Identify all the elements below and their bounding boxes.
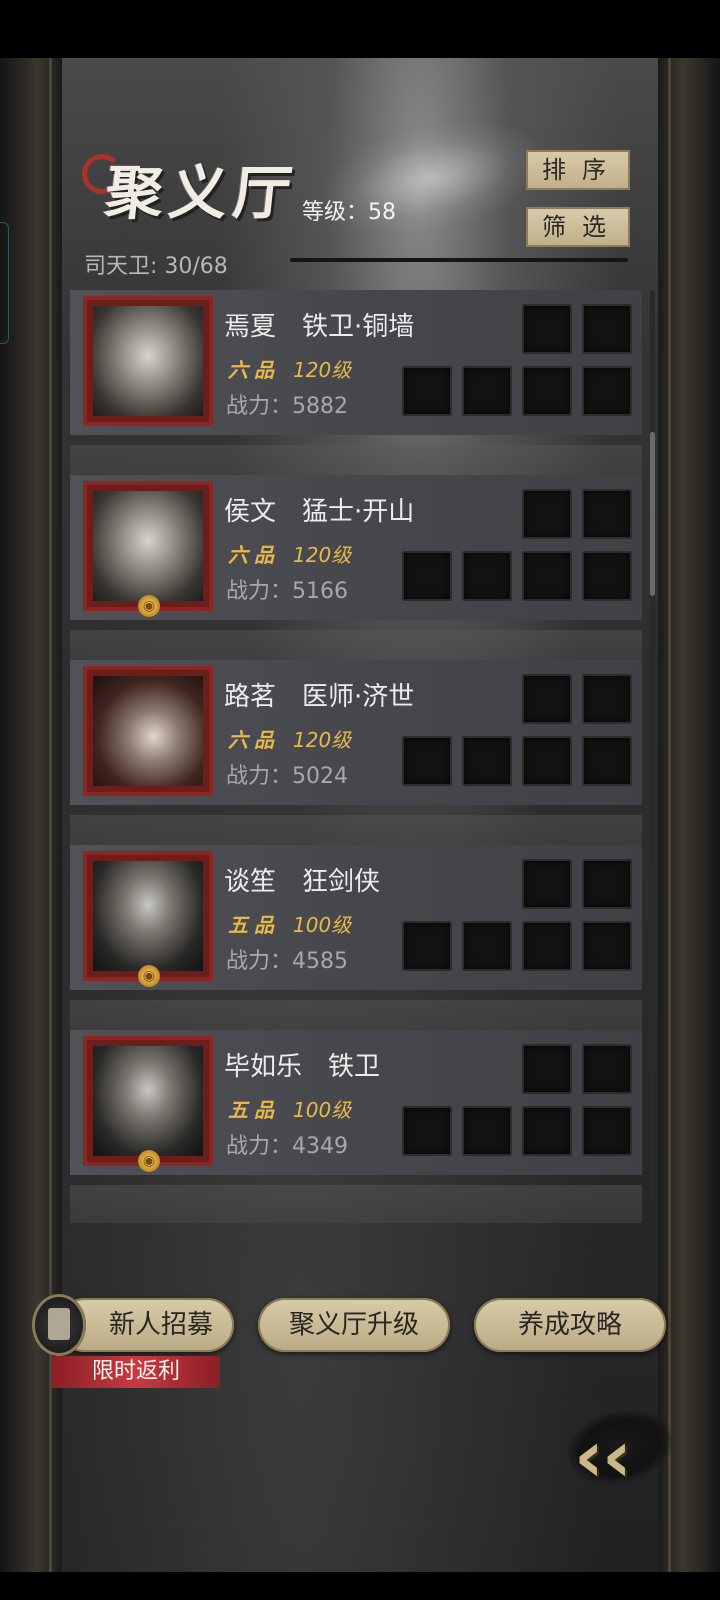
sort-button[interactable]: 排序 xyxy=(526,150,630,190)
hero-card[interactable]: ◉ 毕如乐 铁卫 五品 100级 战力：4349 xyxy=(70,1030,642,1223)
scrollbar-thumb[interactable] xyxy=(650,432,655,596)
equipment-slot[interactable] xyxy=(522,366,572,416)
back-button[interactable]: ‹ ‹ xyxy=(561,1400,679,1498)
equipment-slot[interactable] xyxy=(582,489,632,539)
hero-level: 120级 xyxy=(293,728,352,752)
hero-name: 路茗 医师·济世 xyxy=(224,682,415,712)
equipment-slot[interactable] xyxy=(582,1106,632,1156)
promo-badge[interactable]: 限时返利 xyxy=(52,1356,220,1388)
equipment-slot[interactable] xyxy=(462,366,512,416)
hero-name: 谈笙 狂剑侠 xyxy=(224,867,381,897)
equipment-slot[interactable] xyxy=(402,921,452,971)
page-title: 聚义厅 xyxy=(101,159,302,227)
hero-level: 120级 xyxy=(293,358,352,382)
hero-grade: 六品 xyxy=(228,728,280,752)
hero-portrait[interactable] xyxy=(83,481,213,611)
equipment-slot[interactable] xyxy=(462,921,512,971)
gold-coin-icon: ◉ xyxy=(138,1150,160,1172)
equipment-slot[interactable] xyxy=(522,859,572,909)
equipment-slot[interactable] xyxy=(522,1044,572,1094)
gold-coin-icon: ◉ xyxy=(138,595,160,617)
equipment-slot[interactable] xyxy=(402,551,452,601)
hero-name: 毕如乐 铁卫 xyxy=(224,1052,381,1082)
hero-level: 120级 xyxy=(293,543,352,567)
white-hair-swordsman-portrait xyxy=(93,861,203,971)
equipment-slot[interactable] xyxy=(582,304,632,354)
equipment-slot[interactable] xyxy=(522,921,572,971)
equipment-slot[interactable] xyxy=(522,674,572,724)
equipment-slot[interactable] xyxy=(582,551,632,601)
equipment-slot[interactable] xyxy=(582,859,632,909)
hero-power: 战力：5166 xyxy=(226,579,348,604)
hero-name: 侯文 猛士·开山 xyxy=(224,497,415,527)
hero-grade: 五品 xyxy=(228,1098,280,1122)
hero-card[interactable]: 焉夏 铁卫·铜墙 六品 120级 战力：5882 xyxy=(70,290,642,483)
armored-guard-portrait xyxy=(93,306,203,416)
hall-upgrade-button[interactable]: 聚义厅升级 xyxy=(258,1298,450,1352)
hero-portrait[interactable] xyxy=(83,1036,213,1166)
chevron-left-icon: ‹ xyxy=(574,1414,604,1498)
crane-artwork xyxy=(314,106,550,250)
hall-title-logo: 聚义厅 xyxy=(82,150,302,230)
hero-card[interactable]: ◉ 侯文 猛士·开山 六品 120级 战力：5166 xyxy=(70,475,642,668)
nav-bar xyxy=(0,1572,720,1600)
equipment-slot[interactable] xyxy=(522,551,572,601)
guard-count: 司天卫: 30/68 xyxy=(84,254,228,279)
hero-power: 战力：5882 xyxy=(226,394,348,419)
equipment-slot[interactable] xyxy=(582,736,632,786)
status-bar xyxy=(0,0,720,58)
helmet-guard-portrait xyxy=(93,1046,203,1156)
frame-right xyxy=(658,58,720,1572)
hero-power: 战力：4585 xyxy=(226,949,348,974)
equipment-slot[interactable] xyxy=(522,1106,572,1156)
recruit-token-icon[interactable] xyxy=(32,1294,86,1356)
equipment-slot[interactable] xyxy=(582,366,632,416)
equipment-slot[interactable] xyxy=(522,489,572,539)
equipment-slot[interactable] xyxy=(582,921,632,971)
equipment-slot[interactable] xyxy=(522,304,572,354)
equipment-slot[interactable] xyxy=(582,674,632,724)
hero-portrait[interactable] xyxy=(83,666,213,796)
hero-level: 100级 xyxy=(293,913,352,937)
header-divider xyxy=(290,258,628,262)
gold-coin-icon: ◉ xyxy=(138,965,160,987)
equipment-slot[interactable] xyxy=(582,1044,632,1094)
hero-grade: 六品 xyxy=(228,358,280,382)
guide-button[interactable]: 养成攻略 xyxy=(474,1298,666,1352)
equipment-slot[interactable] xyxy=(402,366,452,416)
hero-name: 焉夏 铁卫·铜墙 xyxy=(224,312,415,342)
healer-woman-portrait xyxy=(93,676,203,786)
hero-level: 100级 xyxy=(293,1098,352,1122)
hero-grade: 五品 xyxy=(228,913,280,937)
hero-card[interactable]: 路茗 医师·济世 六品 120级 战力：5024 xyxy=(70,660,642,853)
filter-button[interactable]: 筛选 xyxy=(526,207,630,247)
hero-card[interactable]: ◉ 谈笙 狂剑侠 五品 100级 战力：4585 xyxy=(70,845,642,1038)
hero-power: 战力：5024 xyxy=(226,764,348,789)
equipment-slot[interactable] xyxy=(462,736,512,786)
hall-level: 等级：58 xyxy=(302,200,396,225)
equipment-slot[interactable] xyxy=(402,736,452,786)
hero-grade: 六品 xyxy=(228,543,280,567)
hero-portrait[interactable] xyxy=(83,851,213,981)
hero-portrait[interactable] xyxy=(83,296,213,426)
equipment-slot[interactable] xyxy=(462,1106,512,1156)
chevron-left-icon: ‹ xyxy=(602,1414,632,1498)
equipment-slot[interactable] xyxy=(522,736,572,786)
hero-power: 战力：4349 xyxy=(226,1134,348,1159)
skull-headdress-warrior-portrait xyxy=(93,491,203,601)
equipment-slot[interactable] xyxy=(402,1106,452,1156)
edge-tab[interactable] xyxy=(0,222,9,344)
scrollbar-track[interactable] xyxy=(650,290,655,1200)
equipment-slot[interactable] xyxy=(462,551,512,601)
